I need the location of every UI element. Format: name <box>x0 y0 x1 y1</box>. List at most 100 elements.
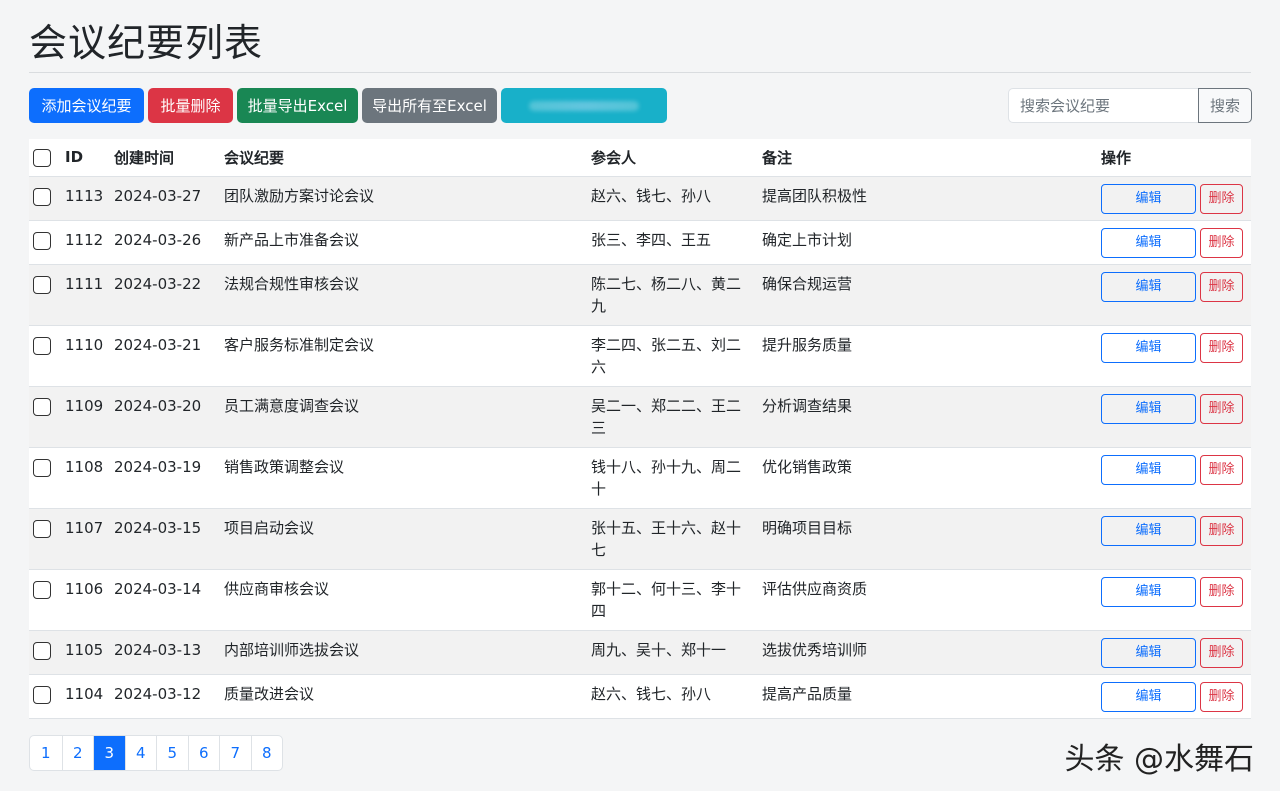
cell-note: 明确项目目标 <box>758 508 1097 570</box>
row-checkbox[interactable] <box>33 187 51 206</box>
row-select-cell <box>29 447 61 509</box>
cell-attendees: 赵六、钱七、孙八 <box>587 176 758 221</box>
row-actions: 编辑 删除 <box>1101 454 1247 485</box>
table-header-row: ID 创建时间 会议纪要 参会人 备注 操作 <box>29 139 1251 177</box>
row-checkbox[interactable] <box>33 336 51 355</box>
cell-note: 优化销售政策 <box>758 447 1097 509</box>
delete-button[interactable]: 删除 <box>1200 454 1243 485</box>
edit-button[interactable]: 编辑 <box>1101 681 1196 712</box>
edit-button[interactable]: 编辑 <box>1101 637 1196 668</box>
blurred-action-button[interactable] <box>501 88 667 123</box>
row-select-cell <box>29 674 61 719</box>
delete-button[interactable]: 删除 <box>1200 271 1243 302</box>
delete-button[interactable]: 删除 <box>1200 332 1243 363</box>
table-row: 1107 2024-03-15 项目启动会议 张十五、王十六、赵十七 明确项目目标 编辑删… <box>29 508 1251 570</box>
page-link-3[interactable]: 3 <box>93 736 125 770</box>
batch-delete-button[interactable]: 批量删除 <box>148 88 233 123</box>
row-actions: 编辑 删除 <box>1101 515 1247 546</box>
edit-button[interactable]: 编辑 <box>1101 576 1196 607</box>
row-checkbox[interactable] <box>33 275 51 294</box>
search-input[interactable] <box>1008 88 1198 123</box>
row-checkbox[interactable] <box>33 685 51 704</box>
edit-button[interactable]: 编辑 <box>1101 332 1196 363</box>
cell-created: 2024-03-26 <box>110 220 220 265</box>
cell-minutes: 法规合规性审核会议 <box>220 264 587 326</box>
edit-button[interactable]: 编辑 <box>1101 183 1196 214</box>
cell-note: 确定上市计划 <box>758 220 1097 265</box>
cell-created: 2024-03-20 <box>110 386 220 448</box>
delete-button[interactable]: 删除 <box>1200 637 1243 668</box>
row-checkbox[interactable] <box>33 519 51 538</box>
delete-button[interactable]: 删除 <box>1200 515 1243 546</box>
cell-id: 1105 <box>61 630 110 675</box>
cell-attendees: 钱十八、孙十九、周二十 <box>587 447 758 509</box>
cell-note: 提高产品质量 <box>758 674 1097 719</box>
cell-actions: 编辑 删除 <box>1097 325 1251 387</box>
header-minutes: 会议纪要 <box>220 139 587 177</box>
page-link-6[interactable]: 6 <box>187 736 220 770</box>
export-all-excel-button[interactable]: 导出所有至Excel <box>362 88 497 123</box>
row-checkbox[interactable] <box>33 458 51 477</box>
batch-export-excel-button[interactable]: 批量导出Excel <box>237 88 358 123</box>
cell-id: 1112 <box>61 220 110 265</box>
row-select-cell <box>29 325 61 387</box>
cell-actions: 编辑 删除 <box>1097 569 1251 631</box>
edit-button[interactable]: 编辑 <box>1101 271 1196 302</box>
header-created: 创建时间 <box>110 139 220 177</box>
cell-actions: 编辑 删除 <box>1097 220 1251 265</box>
cell-id: 1108 <box>61 447 110 509</box>
edit-button[interactable]: 编辑 <box>1101 227 1196 258</box>
page-link-2[interactable]: 2 <box>61 736 94 770</box>
cell-id: 1106 <box>61 569 110 631</box>
add-minutes-button[interactable]: 添加会议纪要 <box>29 88 144 123</box>
row-actions: 编辑 删除 <box>1101 227 1247 258</box>
search-group: 搜索 <box>1008 88 1252 123</box>
row-checkbox[interactable] <box>33 580 51 599</box>
minutes-table: ID 创建时间 会议纪要 参会人 备注 操作 1113 2024-03-27 团队激… <box>29 139 1251 719</box>
delete-button[interactable]: 删除 <box>1200 576 1243 607</box>
cell-minutes: 内部培训师选拔会议 <box>220 630 587 675</box>
row-checkbox[interactable] <box>33 397 51 416</box>
cell-actions: 编辑 删除 <box>1097 674 1251 719</box>
cell-minutes: 新产品上市准备会议 <box>220 220 587 265</box>
page-link-1[interactable]: 1 <box>30 736 62 770</box>
cell-id: 1107 <box>61 508 110 570</box>
delete-button[interactable]: 删除 <box>1200 393 1243 424</box>
cell-attendees: 郭十二、何十三、李十四 <box>587 569 758 631</box>
row-actions: 编辑 删除 <box>1101 393 1247 424</box>
cell-attendees: 李二四、张二五、刘二六 <box>587 325 758 387</box>
table-row: 1109 2024-03-20 员工满意度调查会议 吴二一、郑二二、王二三 分析调查结果… <box>29 386 1251 448</box>
cell-attendees: 陈二七、杨二八、黄二九 <box>587 264 758 326</box>
select-all-checkbox[interactable] <box>33 148 51 167</box>
cell-created: 2024-03-19 <box>110 447 220 509</box>
cell-id: 1104 <box>61 674 110 719</box>
row-select-cell <box>29 264 61 326</box>
row-select-cell <box>29 386 61 448</box>
edit-button[interactable]: 编辑 <box>1101 393 1196 424</box>
cell-id: 1109 <box>61 386 110 448</box>
cell-created: 2024-03-27 <box>110 176 220 221</box>
page-link-8[interactable]: 8 <box>250 736 283 770</box>
cell-actions: 编辑 删除 <box>1097 630 1251 675</box>
search-button[interactable]: 搜索 <box>1198 88 1252 123</box>
delete-button[interactable]: 删除 <box>1200 681 1243 712</box>
cell-minutes: 质量改进会议 <box>220 674 587 719</box>
row-checkbox[interactable] <box>33 231 51 250</box>
delete-button[interactable]: 删除 <box>1200 183 1243 214</box>
cell-created: 2024-03-12 <box>110 674 220 719</box>
page-link-4[interactable]: 4 <box>124 736 157 770</box>
cell-attendees: 张三、李四、王五 <box>587 220 758 265</box>
page-title: 会议纪要列表 <box>29 21 264 65</box>
delete-button[interactable]: 删除 <box>1200 227 1243 258</box>
page-link-5[interactable]: 5 <box>156 736 188 770</box>
cell-note: 选拔优秀培训师 <box>758 630 1097 675</box>
edit-button[interactable]: 编辑 <box>1101 454 1196 485</box>
cell-id: 1110 <box>61 325 110 387</box>
cell-note: 提高团队积极性 <box>758 176 1097 221</box>
cell-attendees: 吴二一、郑二二、王二三 <box>587 386 758 448</box>
row-actions: 编辑 删除 <box>1101 681 1247 712</box>
row-checkbox[interactable] <box>33 641 51 660</box>
page-link-7[interactable]: 7 <box>219 736 251 770</box>
edit-button[interactable]: 编辑 <box>1101 515 1196 546</box>
row-select-cell <box>29 630 61 675</box>
